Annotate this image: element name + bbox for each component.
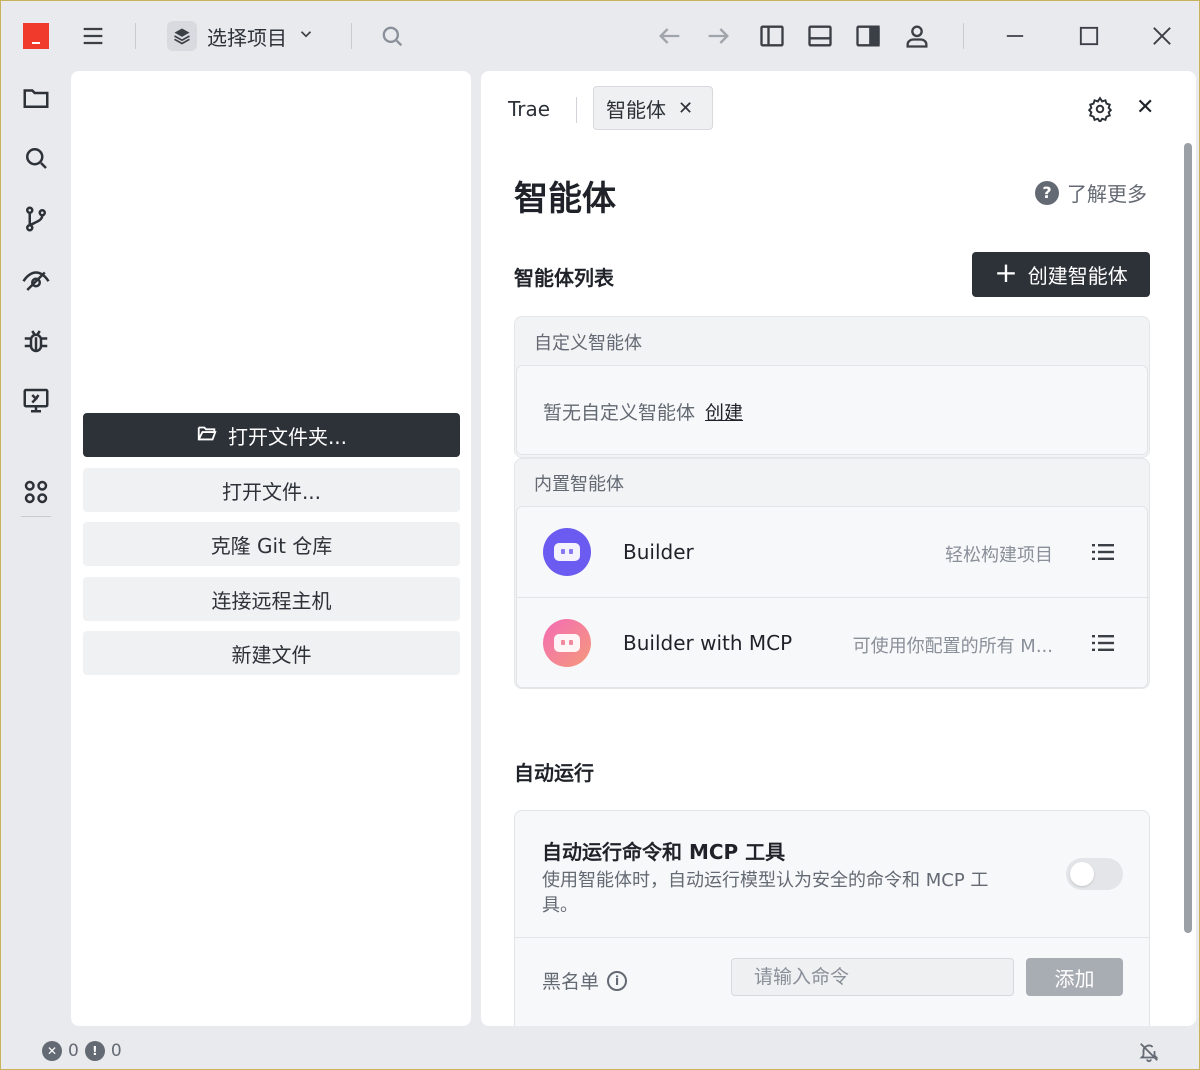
debug-bug-icon[interactable] (21, 326, 51, 356)
account-icon[interactable] (903, 22, 931, 50)
source-control-icon[interactable] (21, 204, 51, 234)
agent-settings-panel: Trae 智能体 ✕ ✕ 智能体 ? 了解更多 智能体列表 + 创建智能体 自定… (481, 71, 1196, 1026)
plus-icon: + (994, 256, 1018, 289)
open-folder-label: 打开文件夹... (227, 424, 348, 449)
agent-desc: 轻松构建项目 (945, 545, 1053, 566)
tab-trae[interactable]: Trae (508, 97, 550, 121)
minimize-icon[interactable] (1001, 22, 1029, 50)
learn-more-link[interactable]: ? 了解更多 (1035, 178, 1147, 207)
open-file-label: 打开文件... (221, 479, 322, 504)
scrollbar[interactable] (1184, 143, 1192, 933)
chevron-down-icon (297, 24, 315, 48)
new-file-label: 新建文件 (231, 642, 312, 667)
warning-count: 0 (110, 1041, 122, 1061)
notifications-muted-icon[interactable] (1138, 1041, 1160, 1063)
agent-list-heading: 智能体列表 (514, 266, 614, 290)
remote-terminal-icon[interactable] (21, 385, 51, 415)
title-bar: 选择项目 (1, 1, 1199, 71)
add-blacklist-button[interactable]: 添加 (1026, 958, 1123, 996)
blacklist-command-input[interactable] (731, 958, 1014, 996)
toggle-sidebar-icon[interactable] (758, 22, 786, 50)
help-icon: ? (1035, 180, 1059, 205)
connect-remote-button[interactable]: 连接远程主机 (83, 577, 460, 621)
builtin-agents-group: 内置智能体 Builder 轻松构建项目 Builder with MCP 可使… (514, 458, 1150, 689)
blacklist-label-group: 黑名单 i (542, 967, 628, 994)
tab-agent-label: 智能体 (606, 97, 666, 122)
explorer-folder-icon[interactable] (21, 83, 51, 113)
maximize-icon[interactable] (1075, 22, 1103, 50)
agent-desc: 可使用你配置的所有 M... (852, 636, 1053, 657)
auto-run-heading: 自动运行 (514, 761, 594, 785)
custom-agents-label: 自定义智能体 (534, 333, 642, 354)
activity-divider (21, 516, 51, 517)
gear-icon[interactable] (1087, 96, 1113, 124)
close-icon[interactable]: ✕ (678, 98, 693, 119)
project-selector-label: 选择项目 (207, 25, 287, 50)
clone-git-button[interactable]: 克隆 Git 仓库 (83, 522, 460, 566)
auto-run-desc: 使用智能体时，自动运行模型认为安全的命令和 MCP 工具。 (542, 870, 989, 916)
list-details-icon[interactable] (1092, 633, 1114, 653)
tab-divider (576, 97, 577, 123)
toggle-panel-icon[interactable] (806, 22, 834, 50)
create-agent-label: 创建智能体 (1027, 264, 1128, 288)
extensions-grid-icon[interactable] (21, 477, 51, 507)
empty-text: 暂无自定义智能体 (543, 402, 696, 424)
custom-agents-card: 暂无自定义智能体 创建 (516, 365, 1148, 455)
page-title: 智能体 (514, 179, 616, 219)
builtin-agents-label: 内置智能体 (534, 474, 624, 495)
error-count: 0 (68, 1041, 79, 1061)
error-icon: ✕ (42, 1041, 62, 1061)
preview-eye-icon[interactable] (21, 265, 51, 295)
builder-avatar-icon (543, 528, 591, 576)
auto-run-card: 自动运行命令和 MCP 工具 使用智能体时，自动运行模型认为安全的命令和 MCP… (514, 810, 1150, 1026)
create-agent-link[interactable]: 创建 (705, 402, 743, 424)
builder-mcp-avatar-icon (543, 619, 591, 667)
app-window: 选择项目 打开文件夹... 打开文件... 克隆 Git 仓库 连接远程主机 新… (0, 0, 1200, 1070)
search-icon[interactable] (378, 22, 406, 50)
agent-name: Builder with MCP (623, 631, 793, 655)
custom-agents-group: 自定义智能体 暂无自定义智能体 创建 (514, 316, 1150, 458)
close-panel-icon[interactable]: ✕ (1136, 95, 1154, 120)
new-file-button[interactable]: 新建文件 (83, 631, 460, 675)
project-selector[interactable]: 选择项目 (163, 18, 325, 54)
divider (515, 937, 1149, 938)
connect-remote-label: 连接远程主机 (211, 588, 332, 613)
app-logo-icon (23, 23, 49, 49)
warning-icon: ! (84, 1041, 105, 1061)
problems-indicator[interactable]: ✕ 0 ! 0 (42, 1041, 122, 1061)
list-item[interactable]: Builder with MCP 可使用你配置的所有 M... (517, 597, 1149, 687)
layers-icon (167, 21, 197, 51)
toggle-right-panel-icon[interactable] (854, 22, 882, 50)
welcome-panel: 打开文件夹... 打开文件... 克隆 Git 仓库 连接远程主机 新建文件 (71, 71, 471, 1026)
auto-run-toggle[interactable] (1066, 858, 1123, 890)
forward-arrow-icon[interactable] (704, 22, 732, 50)
create-agent-button[interactable]: + 创建智能体 (972, 252, 1150, 297)
open-folder-button[interactable]: 打开文件夹... (83, 413, 460, 457)
activity-bar (1, 71, 71, 1021)
list-details-icon[interactable] (1092, 542, 1114, 562)
blacklist-label: 黑名单 (542, 971, 600, 993)
tab-agent[interactable]: 智能体 ✕ (593, 86, 713, 130)
folder-open-icon (196, 422, 218, 449)
open-file-button[interactable]: 打开文件... (83, 468, 460, 512)
agent-name: Builder (623, 540, 694, 564)
status-bar: ✕ 0 ! 0 (1, 1031, 1199, 1069)
list-item[interactable]: Builder 轻松构建项目 (517, 507, 1149, 597)
learn-more-label: 了解更多 (1067, 182, 1147, 206)
close-window-icon[interactable] (1148, 22, 1176, 50)
back-arrow-icon[interactable] (656, 22, 684, 50)
info-icon[interactable]: i (607, 970, 628, 991)
menu-icon[interactable] (79, 22, 107, 50)
builtin-agents-card: Builder 轻松构建项目 Builder with MCP 可使用你配置的所… (516, 506, 1149, 688)
clone-git-label: 克隆 Git 仓库 (210, 533, 333, 558)
custom-agents-empty: 暂无自定义智能体 创建 (543, 398, 743, 425)
search-icon[interactable] (21, 143, 51, 173)
auto-run-title: 自动运行命令和 MCP 工具 (542, 840, 786, 864)
